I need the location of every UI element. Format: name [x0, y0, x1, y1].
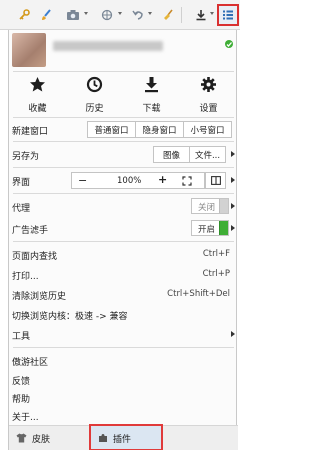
- main-menu-panel: 收藏 历史 下载 设置 新建窗口 普通窗口 隐身窗口 小号窗口 另存为 图像 文…: [8, 30, 238, 450]
- paintbrush-icon[interactable]: [38, 5, 54, 25]
- clear-history-item[interactable]: 清除浏览历史 Ctrl+Shift+Del: [9, 284, 238, 305]
- submenu-arrow: [231, 331, 235, 337]
- print-shortcut: Ctrl+P: [202, 269, 230, 279]
- proxy-toggle[interactable]: 关闭: [191, 198, 229, 214]
- print-item[interactable]: 打印... Ctrl+P: [9, 264, 238, 285]
- user-profile[interactable]: [9, 30, 238, 70]
- undo-icon[interactable]: [130, 5, 146, 25]
- divider: [13, 167, 234, 168]
- camera-dropdown-caret[interactable]: [84, 12, 88, 15]
- clear-history-shortcut: Ctrl+Shift+Del: [167, 289, 230, 299]
- switch-core-item[interactable]: 切换浏览内核：极速 -> 兼容: [9, 304, 238, 325]
- about-item[interactable]: 关于...: [9, 405, 238, 426]
- settings-label: 设置: [199, 104, 218, 114]
- save-as-label: 另存为: [12, 152, 40, 162]
- download-icon[interactable]: [193, 5, 209, 25]
- zoom-out-button[interactable]: −: [78, 174, 87, 187]
- ad-filter-row[interactable]: 广告滤手 开启: [9, 218, 238, 239]
- new-window-label: 新建窗口: [12, 127, 49, 137]
- zoom-in-button[interactable]: +: [158, 173, 167, 186]
- submenu-arrow: [231, 225, 235, 231]
- interface-label: 界面: [12, 178, 31, 188]
- switch-core-label: 切换浏览内核：极速 -> 兼容: [12, 312, 128, 322]
- ad-filter-toggle[interactable]: 开启: [191, 220, 229, 236]
- bottom-bar: 皮肤 插件: [9, 424, 238, 450]
- proxy-state: 关闭: [198, 203, 216, 213]
- proxy-label: 代理: [12, 204, 31, 214]
- download-icon: [145, 77, 158, 93]
- find-shortcut: Ctrl+F: [202, 249, 230, 259]
- feedback-label: 反馈: [12, 377, 31, 387]
- menu-icon[interactable]: [217, 4, 239, 26]
- divider: [13, 193, 234, 194]
- save-file-button[interactable]: 文件...: [189, 146, 226, 163]
- favorites-button[interactable]: 收藏: [9, 72, 66, 116]
- gear-icon: [201, 77, 216, 92]
- translate-dropdown-caret[interactable]: [118, 12, 122, 15]
- settings-button[interactable]: 设置: [180, 72, 237, 116]
- tools-item[interactable]: 工具: [9, 324, 238, 345]
- help-label: 帮助: [12, 395, 31, 405]
- divider: [13, 241, 234, 242]
- tools-label: 工具: [12, 332, 31, 342]
- ad-filter-state: 开启: [198, 225, 216, 235]
- about-label: 关于...: [12, 413, 39, 423]
- print-label: 打印...: [12, 272, 39, 282]
- clock-icon: [86, 76, 103, 93]
- avatar[interactable]: [12, 33, 46, 67]
- submenu-arrow: [231, 177, 235, 183]
- star-icon: [30, 77, 45, 92]
- favorites-label: 收藏: [28, 104, 47, 114]
- new-window-row: 新建窗口 普通窗口 隐身窗口 小号窗口: [9, 119, 238, 140]
- submenu-arrow: [231, 151, 235, 157]
- interface-row: 界面 − 100% +: [9, 170, 238, 191]
- toggle-knob: [219, 199, 228, 213]
- normal-window-button[interactable]: 普通窗口: [87, 121, 136, 138]
- plugin-label: 插件: [113, 435, 132, 445]
- community-item[interactable]: 傲游社区: [9, 350, 238, 371]
- skin-button[interactable]: 皮肤: [9, 426, 89, 450]
- divider: [13, 141, 234, 142]
- history-label: 历史: [85, 104, 104, 114]
- skin-label: 皮肤: [32, 435, 51, 445]
- username-blurred: [53, 41, 163, 51]
- community-label: 傲游社区: [12, 358, 49, 368]
- save-image-button[interactable]: 图像: [153, 146, 190, 163]
- clear-history-label: 清除浏览历史: [12, 292, 67, 302]
- private-window-button[interactable]: 隐身窗口: [135, 121, 184, 138]
- plugin-button[interactable]: 插件: [89, 424, 163, 450]
- find-label: 页面内查找: [12, 252, 58, 262]
- toolbar-separator: [181, 7, 182, 23]
- puzzle-icon: [99, 434, 107, 442]
- broom-icon[interactable]: [160, 5, 176, 25]
- sync-icon[interactable]: [224, 39, 234, 49]
- camera-icon[interactable]: [64, 5, 82, 25]
- translate-icon[interactable]: [98, 5, 116, 25]
- toggle-knob: [219, 221, 228, 235]
- ad-filter-label: 广告滤手: [12, 226, 49, 236]
- split-view-icon[interactable]: [205, 172, 226, 189]
- divider: [13, 117, 234, 118]
- downloads-label: 下载: [142, 104, 161, 114]
- submenu-arrow: [231, 203, 235, 209]
- fullscreen-icon[interactable]: [182, 176, 192, 186]
- divider: [13, 347, 234, 348]
- proxy-row[interactable]: 代理 关闭: [9, 196, 238, 217]
- key-icon[interactable]: [16, 5, 32, 25]
- browser-toolbar: [0, 0, 240, 30]
- downloads-button[interactable]: 下载: [123, 72, 180, 116]
- save-as-row: 另存为 图像 文件...: [9, 144, 238, 165]
- download-dropdown-caret[interactable]: [210, 12, 214, 15]
- history-button[interactable]: 历史: [66, 72, 123, 116]
- small-window-button[interactable]: 小号窗口: [183, 121, 232, 138]
- zoom-level: 100%: [117, 176, 142, 186]
- zoom-control: − 100% +: [71, 172, 205, 189]
- find-in-page-item[interactable]: 页面内查找 Ctrl+F: [9, 244, 238, 265]
- quick-actions: 收藏 历史 下载 设置: [9, 72, 238, 116]
- shirt-icon: [16, 433, 27, 443]
- undo-dropdown-caret[interactable]: [148, 12, 152, 15]
